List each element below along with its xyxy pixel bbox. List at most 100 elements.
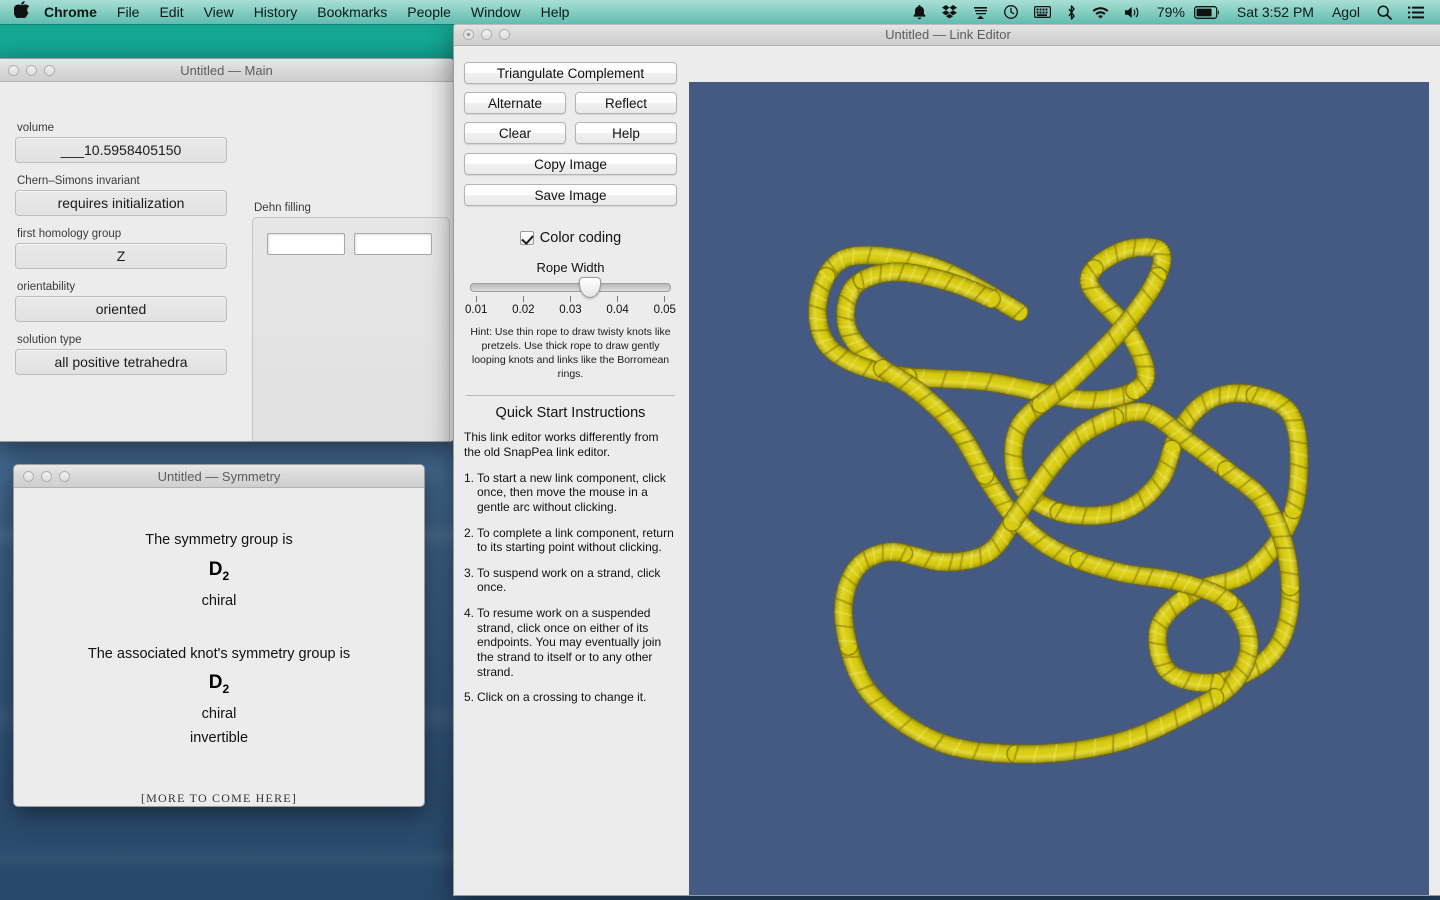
solution-type-label: solution type (17, 334, 82, 346)
tick-label: 0.05 (653, 304, 676, 316)
keyboard-icon[interactable] (1026, 6, 1059, 18)
menu-item-window[interactable]: Window (461, 4, 531, 20)
symmetry-window-title: Untitled — Symmetry (157, 468, 281, 484)
user-menu-label[interactable]: Agol (1323, 4, 1369, 20)
volume-value: ___10.5958405150 (15, 137, 227, 163)
menu-item-edit[interactable]: Edit (149, 4, 193, 20)
rope-width-tickmarks (476, 296, 665, 302)
volume-icon[interactable] (1117, 6, 1148, 19)
knot-symmetry-group-subscript: 2 (222, 681, 230, 696)
alternate-reflect-row: Alternate Reflect (464, 92, 677, 114)
step-text: To complete a link component, return to … (477, 525, 674, 555)
alternate-button[interactable]: Alternate (464, 92, 566, 114)
link-editor-titlebar[interactable]: Untitled — Link Editor (454, 23, 1440, 46)
zoom-button-icon[interactable] (44, 64, 55, 76)
battery-icon[interactable] (1193, 5, 1228, 19)
symmetry-content: The symmetry group is D2 chiral The asso… (14, 488, 424, 806)
save-image-button[interactable]: Save Image (464, 184, 677, 206)
time-machine-icon[interactable] (996, 5, 1026, 19)
chern-simons-value: requires initialization (15, 190, 227, 216)
step-number: 1. (464, 470, 475, 485)
menu-item-view[interactable]: View (194, 4, 244, 20)
close-button-icon[interactable] (8, 64, 19, 76)
rope-width-hint: Hint: Use thin rope to draw twisty knots… (470, 326, 671, 380)
orientability-value: oriented (15, 296, 227, 322)
tick-mark (570, 296, 571, 302)
minimize-button-icon[interactable] (481, 28, 492, 40)
battery-percent-label: 79% (1156, 4, 1185, 20)
symmetry-window-titlebar[interactable]: Untitled — Symmetry (14, 465, 424, 488)
minimize-button-icon[interactable] (41, 470, 52, 482)
menu-bar: Chrome File Edit View History Bookmarks … (0, 0, 1440, 24)
search-icon[interactable] (1369, 5, 1400, 20)
menu-item-history[interactable]: History (244, 4, 308, 20)
clear-button[interactable]: Clear (464, 122, 566, 144)
step-text: Click on a crossing to change it. (477, 690, 647, 705)
traffic-lights (0, 64, 55, 76)
link-editor-window[interactable]: Untitled — Link Editor Triangulate Compl… (453, 22, 1440, 896)
quick-start-step: 2. To complete a link component, return … (464, 526, 677, 555)
link-editor-sidebar: Triangulate Complement Alternate Reflect… (454, 46, 687, 895)
traffic-lights (14, 470, 70, 482)
close-button-icon[interactable] (463, 28, 474, 40)
knot-symmetry-group-caption: The associated knot's symmetry group is (87, 645, 351, 662)
close-button-icon[interactable] (23, 470, 34, 482)
quick-start-title: Quick Start Instructions (495, 405, 646, 422)
solution-type-value: all positive tetrahedra (15, 349, 227, 375)
tick-label: 0.03 (559, 304, 582, 316)
rope-width-slider-thumb[interactable] (579, 277, 601, 298)
rope-width-slider[interactable] (470, 277, 671, 298)
symmetry-window[interactable]: Untitled — Symmetry The symmetry group i… (13, 464, 425, 807)
traffic-lights (454, 28, 510, 40)
color-coding-row[interactable]: Color coding (464, 230, 677, 246)
menu-item-people[interactable]: People (397, 4, 461, 20)
menu-item-chrome[interactable]: Chrome (34, 4, 107, 20)
tick-label: 0.01 (465, 304, 488, 316)
reflect-button[interactable]: Reflect (575, 92, 677, 114)
step-number: 3. (464, 565, 475, 580)
notification-bell-icon[interactable] (905, 4, 934, 20)
step-text: To suspend work on a strand, click once. (477, 565, 661, 595)
quick-start-step: 5. Click on a crossing to change it. (464, 690, 677, 705)
quick-start-step: 3. To suspend work on a strand, click on… (464, 566, 677, 595)
minimize-button-icon[interactable] (26, 64, 37, 76)
dehn-filling-input-1[interactable] (267, 233, 345, 255)
quick-start-step: 4. To resume work on a suspended strand,… (464, 606, 677, 679)
menu-item-bookmarks[interactable]: Bookmarks (307, 4, 397, 20)
knot-symmetry-group-letter: D (208, 671, 223, 693)
menu-item-file[interactable]: File (107, 4, 150, 20)
zoom-button-icon[interactable] (59, 470, 70, 482)
symmetry-group-subscript: 2 (222, 568, 230, 583)
zoom-button-icon[interactable] (499, 28, 510, 40)
knot-diagram-canvas[interactable] (689, 82, 1429, 895)
clear-help-row: Clear Help (464, 122, 677, 144)
triangulate-complement-button[interactable]: Triangulate Complement (464, 62, 677, 84)
step-text: To start a new link component, click onc… (477, 470, 666, 514)
notification-center-icon[interactable] (1400, 6, 1432, 19)
color-coding-checkbox[interactable] (519, 231, 534, 245)
apple-logo-icon[interactable] (8, 1, 34, 23)
airplay-icon[interactable] (965, 6, 996, 19)
step-number: 4. (464, 606, 475, 621)
menu-item-help[interactable]: Help (531, 4, 580, 20)
dropbox-icon[interactable] (934, 5, 965, 19)
main-window-titlebar[interactable]: Untitled — Main (0, 59, 454, 82)
rope-width-tick-labels: 0.01 0.02 0.03 0.04 0.05 (465, 304, 676, 316)
tick-label: 0.02 (512, 304, 535, 316)
dehn-filling-panel (252, 217, 450, 441)
copy-image-button[interactable]: Copy Image (464, 153, 677, 175)
knot-symmetry-property-invertible: invertible (189, 729, 249, 746)
quick-start-step: 1. To start a new link component, click … (464, 471, 677, 515)
clock-label[interactable]: Sat 3:52 PM (1228, 4, 1323, 20)
tick-mark (617, 296, 618, 302)
bluetooth-icon[interactable] (1059, 4, 1084, 20)
wifi-icon[interactable] (1084, 6, 1117, 19)
help-button[interactable]: Help (575, 122, 677, 144)
dehn-filling-input-2[interactable] (354, 233, 432, 255)
symmetry-group-value: D2 (14, 559, 424, 583)
main-window[interactable]: Untitled — Main volume ___10.5958405150 … (0, 58, 455, 442)
tick-mark (664, 296, 665, 302)
knot-symmetry-property-chiral: chiral (201, 705, 237, 722)
step-number: 2. (464, 525, 475, 540)
tick-mark (476, 296, 477, 302)
